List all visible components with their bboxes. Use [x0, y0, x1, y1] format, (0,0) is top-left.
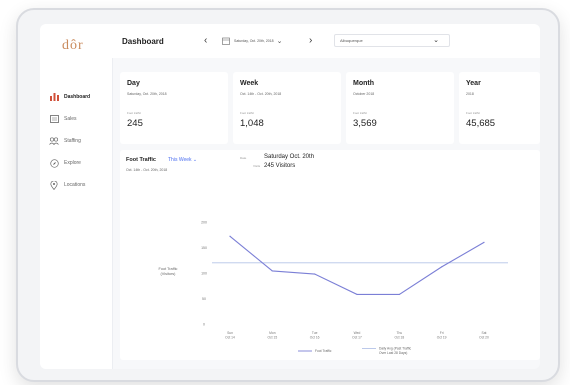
sidebar: dôr Dashboard Sales Staffing Explore Loc…: [40, 24, 113, 369]
explore-icon: [49, 158, 59, 168]
x-tick-label: Oct 19: [437, 336, 447, 340]
foot-traffic-chart: 050100150200Foot Traffic(Visitors)SunOct…: [159, 221, 508, 355]
card-label: Foot traffic: [127, 111, 142, 115]
foot-traffic-point: [441, 266, 443, 268]
next-date-button[interactable]: ›: [309, 35, 312, 46]
foot-traffic-line: [229, 235, 485, 295]
sidebar-item-staffing[interactable]: Staffing: [40, 130, 112, 152]
legend-label: Over Last 28 Days): [379, 351, 407, 355]
x-tick-label: Oct 18: [394, 336, 404, 340]
y-axis-label: Foot Traffic: [159, 267, 178, 271]
sidebar-item-label: Locations: [64, 182, 86, 188]
card-title: Day: [127, 80, 140, 87]
tablet-frame: dôr Dashboard Sales Staffing Explore Loc…: [16, 8, 560, 382]
y-tick-label: 150: [201, 246, 207, 250]
receipt-icon: [49, 114, 59, 124]
location-pin-icon: [49, 180, 59, 190]
sidebar-nav: Dashboard Sales Staffing Explore Locatio…: [40, 86, 112, 196]
y-tick-label: 100: [201, 272, 207, 276]
x-tick-label: Oct 15: [267, 336, 277, 340]
calendar-icon: [222, 37, 230, 46]
y-tick-label: 200: [201, 221, 207, 225]
legend-label: Foot Traffic: [315, 349, 332, 353]
legend-label: Daily Avg (Past Traffic: [379, 347, 411, 351]
x-tick-label: Wed: [354, 331, 361, 335]
card-value: 1,048: [240, 118, 264, 129]
card-value: 3,569: [353, 118, 377, 129]
prev-date-button[interactable]: ‹: [204, 35, 207, 46]
sidebar-item-dashboard[interactable]: Dashboard: [40, 86, 112, 108]
x-tick-label: Fri: [440, 331, 444, 335]
x-tick-label: Mon: [269, 331, 276, 335]
sidebar-item-label: Dashboard: [64, 94, 91, 100]
card-date: October 2018: [353, 92, 375, 96]
sidebar-item-locations[interactable]: Locations: [40, 174, 112, 196]
card-label: Foot traffic: [353, 111, 368, 115]
day-card: Day Saturday, Oct. 20th, 2018 Foot traff…: [120, 72, 228, 144]
app-screen: dôr Dashboard Sales Staffing Explore Loc…: [40, 24, 540, 369]
card-title: Week: [240, 80, 259, 87]
foot-traffic-point: [398, 293, 400, 296]
bar-chart-icon: [49, 92, 59, 102]
card-title: Year: [466, 80, 481, 87]
location-value: Albuquerque: [340, 38, 363, 43]
sidebar-item-sales[interactable]: Sales: [40, 108, 112, 130]
top-bar: Dashboard ‹ Saturday, Oct. 20th, 2018 ⌄ …: [112, 24, 540, 58]
x-tick-label: Thu: [396, 331, 402, 335]
y-tick-label: 50: [202, 297, 206, 301]
card-date: Oct. 14th - Oct. 20th, 2018: [240, 92, 282, 96]
chevron-down-icon: ⌄: [276, 38, 283, 45]
month-card: Month October 2018 Foot traffic 3,569: [346, 72, 454, 144]
y-axis-label: (Visitors): [161, 272, 177, 276]
card-value: 45,685: [466, 118, 496, 129]
foot-traffic-point: [229, 235, 231, 237]
app-logo: dôr: [62, 38, 84, 53]
sidebar-item-label: Staffing: [64, 138, 81, 144]
foot-traffic-point: [483, 241, 485, 243]
x-tick-label: Sat: [482, 331, 487, 335]
chevron-down-icon: ⌄: [433, 37, 439, 44]
page-title: Dashboard: [122, 37, 164, 46]
y-tick-label: 0: [203, 323, 205, 327]
foot-traffic-point: [356, 293, 358, 296]
x-tick-label: Tue: [312, 331, 318, 335]
date-value: Saturday, Oct. 20th, 2018: [234, 39, 274, 43]
sidebar-item-explore[interactable]: Explore: [40, 152, 112, 174]
location-select[interactable]: Albuquerque ⌄: [334, 34, 450, 47]
card-value: 245: [127, 118, 143, 129]
foot-traffic-point: [314, 273, 316, 275]
x-tick-label: Oct 14: [225, 336, 235, 340]
foot-traffic-point: [271, 270, 273, 272]
staff-icon: [49, 136, 59, 146]
card-label: Foot traffic: [240, 111, 255, 115]
year-card: Year 2018 Foot traffic 45,685: [459, 72, 540, 144]
card-date: 2018: [466, 92, 474, 96]
sidebar-item-label: Explore: [64, 160, 81, 166]
card-title: Month: [353, 80, 374, 87]
card-label: Foot traffic: [466, 111, 481, 115]
x-tick-label: Oct 17: [352, 336, 362, 340]
card-date: Saturday, Oct. 20th, 2018: [127, 92, 167, 96]
week-card: Week Oct. 14th - Oct. 20th, 2018 Foot tr…: [233, 72, 341, 144]
date-picker[interactable]: Saturday, Oct. 20th, 2018 ⌄: [222, 35, 284, 47]
x-tick-label: Oct 20: [479, 336, 489, 340]
foot-traffic-panel: Foot Traffic This Week ⌄ Oct. 14th - Oct…: [120, 150, 540, 360]
sidebar-item-label: Sales: [64, 116, 77, 122]
x-tick-label: Sun: [227, 331, 233, 335]
x-tick-label: Oct 16: [310, 336, 320, 340]
